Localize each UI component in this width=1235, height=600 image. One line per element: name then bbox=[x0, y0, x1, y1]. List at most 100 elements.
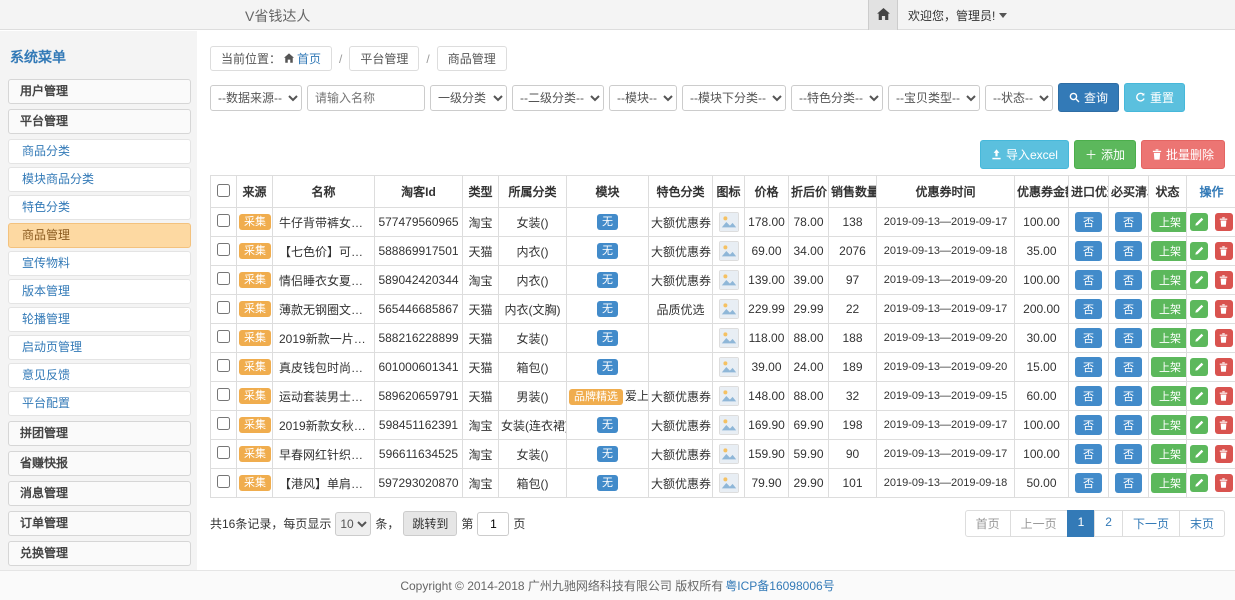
delete-button[interactable] bbox=[1215, 474, 1233, 492]
must-buy-toggle[interactable]: 否 bbox=[1115, 241, 1142, 261]
status-button[interactable]: 上架 bbox=[1151, 444, 1187, 464]
status-button[interactable]: 上架 bbox=[1151, 212, 1187, 232]
edit-button[interactable] bbox=[1190, 329, 1208, 347]
delete-button[interactable] bbox=[1215, 445, 1233, 463]
filter-select[interactable]: --二级分类-- bbox=[512, 85, 604, 111]
import-select-toggle[interactable]: 否 bbox=[1075, 444, 1102, 464]
sidebar-subitem[interactable]: 启动页管理 bbox=[8, 335, 191, 360]
sidebar-subitem[interactable]: 轮播管理 bbox=[8, 307, 191, 332]
must-buy-toggle[interactable]: 否 bbox=[1115, 299, 1142, 319]
pagination-button[interactable]: 首页 bbox=[965, 510, 1011, 537]
sidebar-item[interactable]: 拼团管理 bbox=[8, 421, 191, 446]
filter-select[interactable]: 一级分类 bbox=[430, 85, 507, 111]
search-button[interactable]: 查询 bbox=[1058, 83, 1119, 112]
sidebar-item[interactable]: 用户管理 bbox=[8, 79, 191, 104]
must-buy-toggle[interactable]: 否 bbox=[1115, 415, 1142, 435]
sidebar-subitem[interactable]: 模块商品分类 bbox=[8, 167, 191, 192]
sidebar-subitem[interactable]: 意见反馈 bbox=[8, 363, 191, 388]
must-buy-toggle[interactable]: 否 bbox=[1115, 328, 1142, 348]
status-button[interactable]: 上架 bbox=[1151, 270, 1187, 290]
sidebar-item[interactable]: 消息管理 bbox=[8, 481, 191, 506]
import-select-toggle[interactable]: 否 bbox=[1075, 386, 1102, 406]
sidebar-subitem[interactable]: 商品管理 bbox=[8, 223, 191, 248]
filter-select[interactable]: --特色分类-- bbox=[791, 85, 883, 111]
must-buy-toggle[interactable]: 否 bbox=[1115, 473, 1142, 493]
status-button[interactable]: 上架 bbox=[1151, 241, 1187, 261]
row-checkbox[interactable] bbox=[217, 272, 230, 285]
delete-button[interactable] bbox=[1215, 329, 1233, 347]
edit-button[interactable] bbox=[1190, 300, 1208, 318]
filter-select[interactable]: --状态-- bbox=[985, 85, 1053, 111]
import-select-toggle[interactable]: 否 bbox=[1075, 473, 1102, 493]
pagination-button[interactable]: 1 bbox=[1067, 510, 1096, 537]
breadcrumb-item[interactable]: 平台管理 bbox=[349, 46, 419, 71]
row-checkbox[interactable] bbox=[217, 446, 230, 459]
add-button[interactable]: ＋ 添加 bbox=[1074, 140, 1136, 169]
sidebar-item[interactable]: 省赚快报 bbox=[8, 451, 191, 476]
row-checkbox[interactable] bbox=[217, 301, 230, 314]
pagination-button[interactable]: 末页 bbox=[1179, 510, 1225, 537]
edit-button[interactable] bbox=[1190, 416, 1208, 434]
page-jump-input[interactable] bbox=[477, 512, 509, 536]
sidebar-item[interactable]: 订单管理 bbox=[8, 511, 191, 536]
edit-button[interactable] bbox=[1190, 358, 1208, 376]
row-checkbox[interactable] bbox=[217, 359, 230, 372]
import-select-toggle[interactable]: 否 bbox=[1075, 415, 1102, 435]
sidebar-subitem[interactable]: 平台配置 bbox=[8, 391, 191, 416]
delete-button[interactable] bbox=[1215, 387, 1233, 405]
user-menu[interactable]: 欢迎您，管理员! bbox=[898, 0, 1017, 30]
sidebar-subitem[interactable]: 版本管理 bbox=[8, 279, 191, 304]
row-checkbox[interactable] bbox=[217, 475, 230, 488]
import-select-toggle[interactable]: 否 bbox=[1075, 212, 1102, 232]
status-button[interactable]: 上架 bbox=[1151, 386, 1187, 406]
edit-button[interactable] bbox=[1190, 387, 1208, 405]
icp-link[interactable]: 粤ICP备16098006号 bbox=[725, 577, 834, 594]
sidebar-subitem[interactable]: 宣传物料 bbox=[8, 251, 191, 276]
delete-button[interactable] bbox=[1215, 242, 1233, 260]
edit-button[interactable] bbox=[1190, 271, 1208, 289]
status-button[interactable]: 上架 bbox=[1151, 415, 1187, 435]
status-button[interactable]: 上架 bbox=[1151, 299, 1187, 319]
must-buy-toggle[interactable]: 否 bbox=[1115, 357, 1142, 377]
jump-button[interactable]: 跳转到 bbox=[403, 511, 457, 536]
row-checkbox[interactable] bbox=[217, 388, 230, 401]
pagination-button[interactable]: 上一页 bbox=[1010, 510, 1068, 537]
import-select-toggle[interactable]: 否 bbox=[1075, 241, 1102, 261]
delete-button[interactable] bbox=[1215, 416, 1233, 434]
pagination-button[interactable]: 2 bbox=[1094, 510, 1123, 537]
filter-select[interactable]: --模块-- bbox=[609, 85, 677, 111]
import-select-toggle[interactable]: 否 bbox=[1075, 357, 1102, 377]
edit-button[interactable] bbox=[1190, 474, 1208, 492]
status-button[interactable]: 上架 bbox=[1151, 328, 1187, 348]
filter-select[interactable]: --宝贝类型-- bbox=[888, 85, 980, 111]
must-buy-toggle[interactable]: 否 bbox=[1115, 386, 1142, 406]
status-button[interactable]: 上架 bbox=[1151, 357, 1187, 377]
edit-button[interactable] bbox=[1190, 445, 1208, 463]
status-button[interactable]: 上架 bbox=[1151, 473, 1187, 493]
breadcrumb-home-link[interactable]: 首页 bbox=[297, 50, 321, 67]
per-page-select[interactable]: 10 bbox=[335, 512, 371, 536]
import-excel-button[interactable]: 导入excel bbox=[980, 140, 1069, 169]
filter-select[interactable]: --数据来源-- bbox=[210, 85, 302, 111]
delete-button[interactable] bbox=[1215, 300, 1233, 318]
must-buy-toggle[interactable]: 否 bbox=[1115, 270, 1142, 290]
pagination-button[interactable]: 下一页 bbox=[1122, 510, 1180, 537]
edit-button[interactable] bbox=[1190, 213, 1208, 231]
sidebar-item[interactable]: 平台管理 bbox=[8, 109, 191, 134]
must-buy-toggle[interactable]: 否 bbox=[1115, 444, 1142, 464]
home-button[interactable] bbox=[868, 0, 898, 30]
row-checkbox[interactable] bbox=[217, 243, 230, 256]
import-select-toggle[interactable]: 否 bbox=[1075, 328, 1102, 348]
row-checkbox[interactable] bbox=[217, 330, 230, 343]
sidebar-subitem[interactable]: 特色分类 bbox=[8, 195, 191, 220]
import-select-toggle[interactable]: 否 bbox=[1075, 299, 1102, 319]
sidebar-item[interactable]: 兑换管理 bbox=[8, 541, 191, 566]
batch-delete-button[interactable]: 批量删除 bbox=[1141, 140, 1225, 169]
row-checkbox[interactable] bbox=[217, 417, 230, 430]
select-all-checkbox[interactable] bbox=[217, 184, 230, 197]
name-search-input[interactable] bbox=[307, 85, 425, 111]
filter-select[interactable]: --模块下分类-- bbox=[682, 85, 786, 111]
delete-button[interactable] bbox=[1215, 358, 1233, 376]
delete-button[interactable] bbox=[1215, 213, 1233, 231]
sidebar-subitem[interactable]: 商品分类 bbox=[8, 139, 191, 164]
